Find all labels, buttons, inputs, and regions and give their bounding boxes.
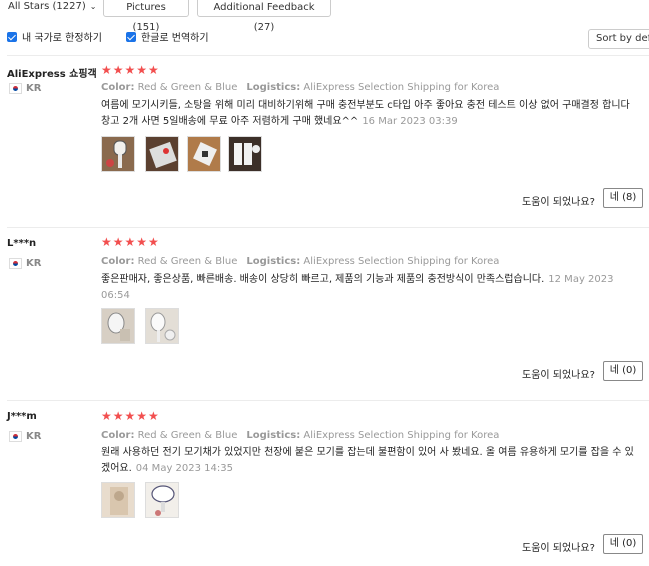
reviewer-country: KR xyxy=(26,258,42,269)
review-photo-thumbnail[interactable] xyxy=(101,308,135,344)
translate-korean-label: 한글로 번역하기 xyxy=(141,33,209,44)
helpful-question: 도움이 되었나요? xyxy=(522,197,595,208)
review-photo-thumbnail[interactable] xyxy=(145,482,179,518)
sort-dropdown[interactable]: Sort by default xyxy=(588,29,649,49)
my-country-only-checkbox[interactable]: 내 국가로 한정하기 xyxy=(7,32,102,46)
review-text: 원래 사용하던 전기 모기채가 있었지만 천장에 붙은 모기를 잡는데 불편함이… xyxy=(101,445,641,477)
review-body: 좋은판매자, 좋은상품, 빠른배송. 배송이 상당히 빠르고, 제품의 기능과 … xyxy=(101,274,545,285)
review-date: 16 Mar 2023 03:39 xyxy=(362,116,458,127)
helpful-yes-button[interactable]: 네 (8) xyxy=(603,188,643,208)
logistics-value: AliExpress Selection Shipping for Korea xyxy=(303,82,500,93)
checkbox-checked-icon xyxy=(126,32,136,42)
review-text: 좋은판매자, 좋은상품, 빠른배송. 배송이 상당히 빠르고, 제품의 기능과 … xyxy=(101,272,641,304)
reviewer-country: KR xyxy=(26,83,42,94)
color-label: Color: xyxy=(101,82,135,93)
review-meta: Color: Red & Green & Blue Logistics: AliE… xyxy=(101,430,499,441)
logistics-label: Logistics: xyxy=(246,82,301,93)
my-country-only-label: 내 국가로 한정하기 xyxy=(22,33,102,44)
review-photo-thumbnail[interactable] xyxy=(145,308,179,344)
star-rating: ★★★★★ xyxy=(101,63,160,77)
divider xyxy=(7,55,649,56)
helpful-question: 도움이 되었나요? xyxy=(522,543,595,554)
korea-flag-icon xyxy=(9,83,22,94)
color-value: Red & Green & Blue xyxy=(137,256,238,267)
color-value: Red & Green & Blue xyxy=(137,82,238,93)
translate-korean-checkbox[interactable]: 한글로 번역하기 xyxy=(126,32,209,46)
helpful-question: 도움이 되었나요? xyxy=(522,370,595,381)
logistics-label: Logistics: xyxy=(246,256,301,267)
helpful-yes-button[interactable]: 네 (0) xyxy=(603,534,643,554)
additional-feedback-button[interactable]: Additional Feedback (27) xyxy=(197,0,331,33)
divider xyxy=(7,400,649,401)
color-label: Color: xyxy=(101,430,135,441)
star-rating: ★★★★★ xyxy=(101,409,160,423)
review-date: 04 May 2023 14:35 xyxy=(135,463,233,474)
review-meta: Color: Red & Green & Blue Logistics: AliE… xyxy=(101,256,499,267)
review-filter-bar: All Stars (1227) ⌄ Pictures (151) Additio… xyxy=(0,0,649,33)
korea-flag-icon xyxy=(9,258,22,269)
divider xyxy=(7,227,649,228)
pictures-filter-button[interactable]: Pictures (151) xyxy=(103,0,189,33)
checkbox-checked-icon xyxy=(7,32,17,42)
logistics-value: AliExpress Selection Shipping for Korea xyxy=(303,430,500,441)
star-filter-label: All Stars (1227) xyxy=(8,1,86,12)
reviewer-name: AliExpress 쇼핑객 xyxy=(7,69,97,80)
review-photo-thumbnail[interactable] xyxy=(228,136,262,172)
logistics-value: AliExpress Selection Shipping for Korea xyxy=(303,256,500,267)
review-photo-thumbnail[interactable] xyxy=(187,136,221,172)
reviewer-name: L***n xyxy=(7,238,37,249)
color-label: Color: xyxy=(101,256,135,267)
reviewer-name: J***m xyxy=(7,411,37,422)
logistics-label: Logistics: xyxy=(246,430,301,441)
reviewer-country: KR xyxy=(26,431,42,442)
star-rating: ★★★★★ xyxy=(101,235,160,249)
star-filter-dropdown[interactable]: All Stars (1227) ⌄ xyxy=(8,0,96,17)
review-text: 여름에 모기시키들, 소탕을 위해 미리 대비하기위해 구매 충전부분도 c타입… xyxy=(101,98,641,130)
review-meta: Color: Red & Green & Blue Logistics: AliE… xyxy=(101,82,499,93)
helpful-yes-button[interactable]: 네 (0) xyxy=(603,361,643,381)
korea-flag-icon xyxy=(9,431,22,442)
review-options-row: 내 국가로 한정하기 한글로 번역하기 xyxy=(0,30,649,48)
review-photo-thumbnail[interactable] xyxy=(101,136,135,172)
color-value: Red & Green & Blue xyxy=(137,430,238,441)
review-photo-thumbnail[interactable] xyxy=(101,482,135,518)
chevron-down-icon: ⌄ xyxy=(89,2,97,11)
review-photo-thumbnail[interactable] xyxy=(145,136,179,172)
